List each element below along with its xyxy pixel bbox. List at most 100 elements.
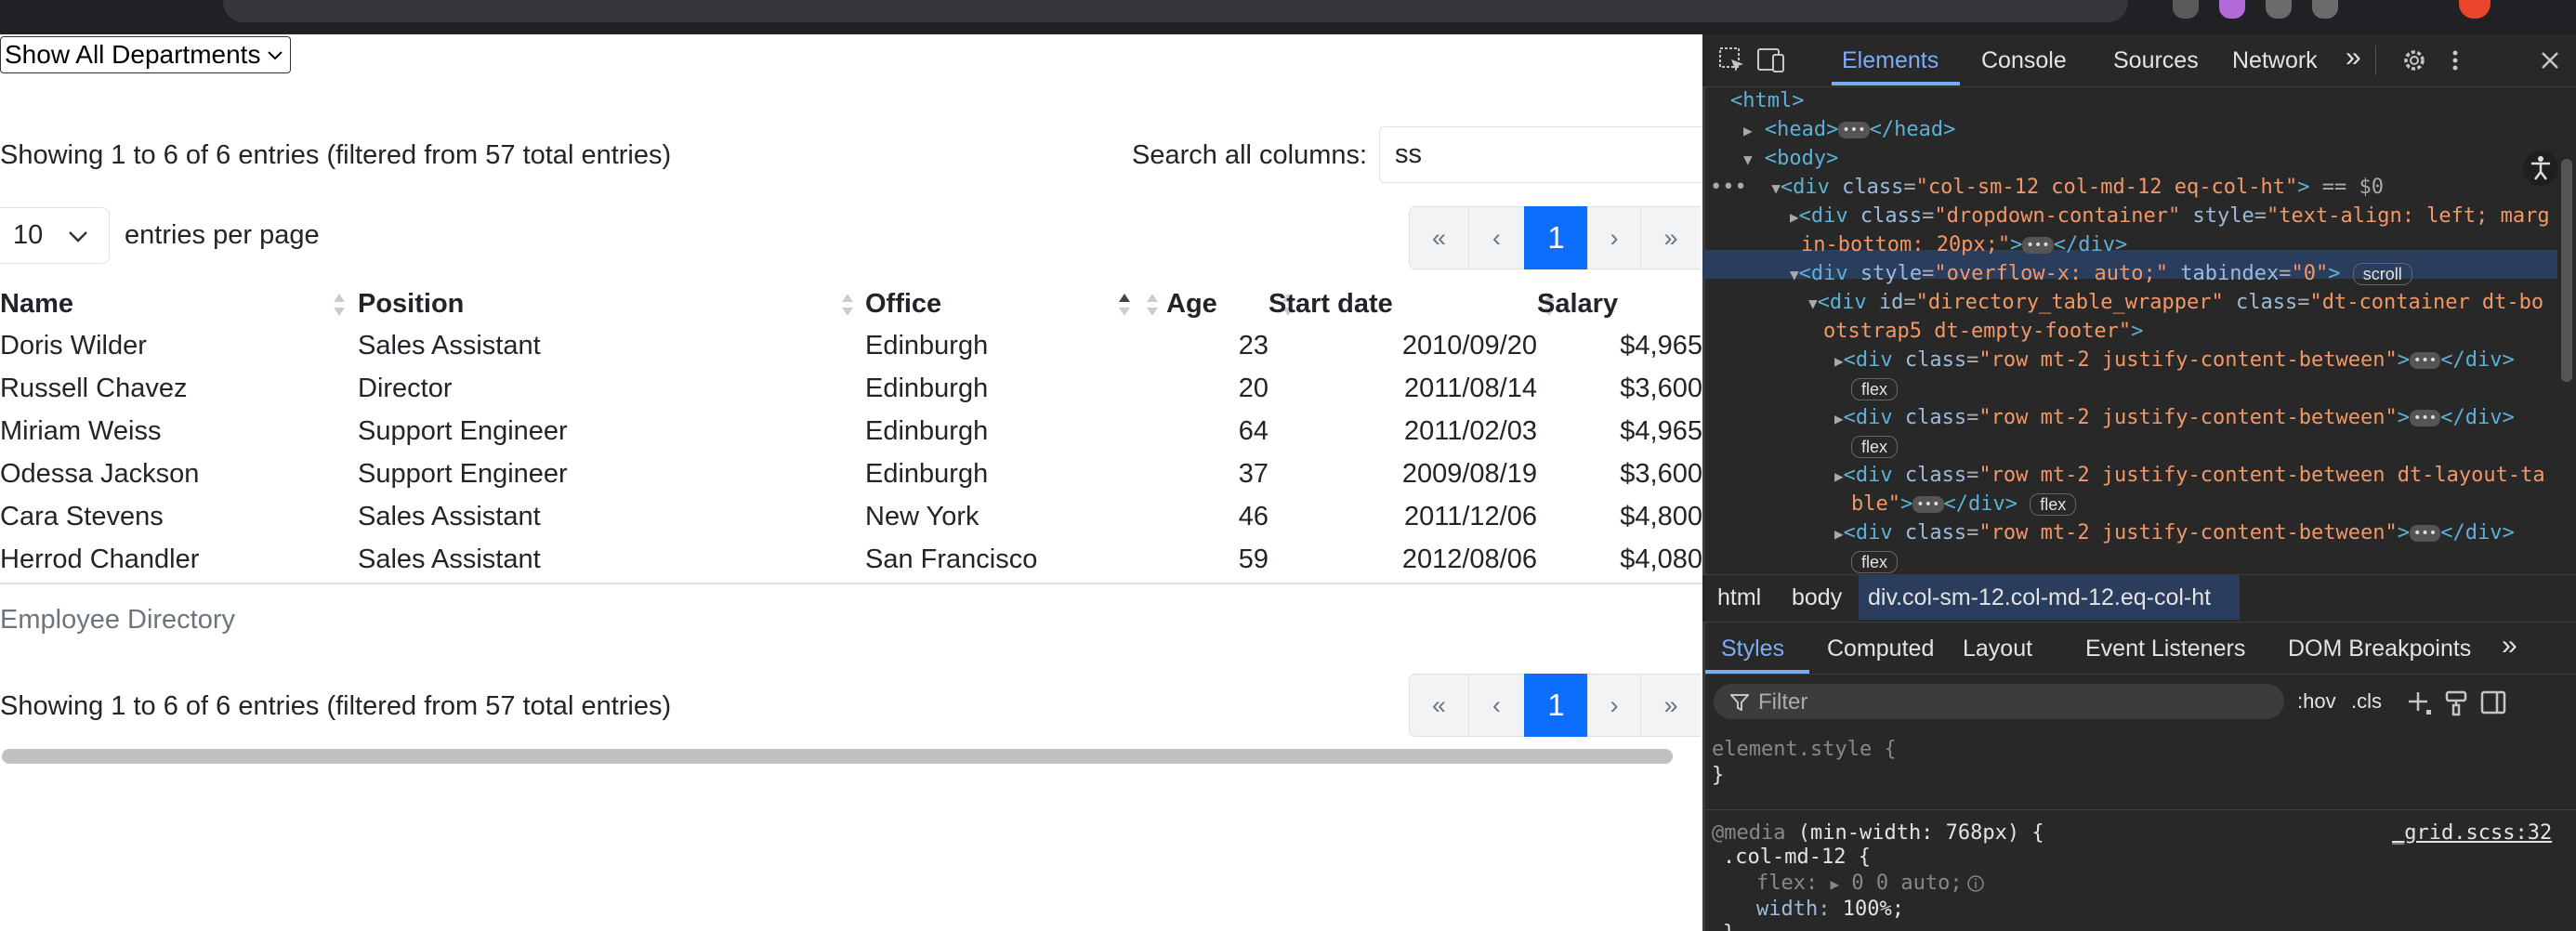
collapse-triangle-icon[interactable]: ▼ bbox=[1743, 151, 1753, 168]
tab-computed[interactable]: Computed bbox=[1827, 636, 1934, 662]
extension-icon[interactable] bbox=[2219, 0, 2245, 19]
add-rule-icon[interactable] bbox=[2405, 688, 2433, 716]
tab-dom-breakpoints[interactable]: DOM Breakpoints bbox=[2288, 636, 2471, 662]
tab-sources[interactable]: Sources bbox=[2113, 47, 2199, 74]
hov-toggle[interactable]: :hov bbox=[2297, 689, 2336, 714]
search-input[interactable]: ss bbox=[1379, 126, 1702, 183]
node-actions-icon[interactable]: ••• bbox=[1710, 176, 1747, 199]
page-1-button[interactable]: 1 bbox=[1524, 674, 1588, 737]
inspect-element-icon[interactable] bbox=[1715, 44, 1749, 77]
dom-node-row[interactable]: ▶<div class="row mt-2 justify-content-be… bbox=[1834, 403, 2515, 432]
dom-node-overflow-div[interactable]: ▼<div style="overflow-x: auto;" tabindex… bbox=[1790, 259, 2412, 288]
extension-icon[interactable] bbox=[2312, 0, 2338, 19]
collapse-triangle-icon[interactable]: ▼ bbox=[1808, 295, 1818, 312]
first-page-button[interactable]: « bbox=[1409, 674, 1469, 737]
first-page-button[interactable]: « bbox=[1409, 206, 1469, 269]
expand-triangle-icon[interactable]: ▶ bbox=[1834, 467, 1844, 485]
breadcrumb-selected-div[interactable]: div.col-sm-12.col-md-12.eq-col-ht bbox=[1868, 584, 2211, 611]
column-header-age[interactable]: Age bbox=[1166, 284, 1294, 324]
profile-avatar[interactable] bbox=[2459, 0, 2491, 19]
dom-node-row[interactable]: ▶<div class="row mt-2 justify-content-be… bbox=[1834, 518, 2515, 547]
css-property-flex[interactable]: flex: ▶ 0 0 auto; bbox=[1756, 871, 1985, 897]
tab-console[interactable]: Console bbox=[1981, 47, 2067, 74]
breadcrumb-html[interactable]: html bbox=[1717, 584, 1761, 611]
previous-page-button[interactable]: ‹ bbox=[1467, 206, 1526, 269]
next-page-button[interactable]: › bbox=[1586, 674, 1642, 737]
expand-triangle-icon[interactable]: ▶ bbox=[1834, 410, 1844, 427]
dom-node-selected-div[interactable]: ••• ▼<div class="col-sm-12 col-md-12 eq-… bbox=[1710, 173, 2384, 202]
tab-elements[interactable]: Elements bbox=[1842, 47, 1939, 74]
paint-roller-icon[interactable] bbox=[2442, 688, 2470, 716]
style-source-link[interactable]: _grid.scss:32 bbox=[2392, 820, 2552, 846]
css-property-width[interactable]: width: 100%; bbox=[1756, 897, 1904, 923]
expand-triangle-icon[interactable]: ▶ bbox=[1830, 875, 1839, 893]
table-row[interactable]: Russell Chavez Director Edinburgh 20 2011/08… bbox=[0, 367, 1702, 410]
flex-badge[interactable]: flex bbox=[1851, 378, 1899, 400]
more-options-icon[interactable] bbox=[2438, 44, 2472, 77]
expand-triangle-icon[interactable]: ▶ bbox=[1834, 352, 1844, 370]
tab-layout[interactable]: Layout bbox=[1963, 636, 2032, 662]
page-length-select[interactable]: 10 bbox=[0, 207, 110, 264]
rule-divider bbox=[1702, 809, 2576, 810]
ellipsis-icon[interactable]: ••• bbox=[2022, 237, 2054, 254]
dom-node-row[interactable]: ▶<div class="row mt-2 justify-content-be… bbox=[1834, 346, 2515, 374]
toggle-sidebar-icon[interactable] bbox=[2479, 688, 2507, 716]
dom-tree-scrollbar[interactable] bbox=[2561, 159, 2572, 382]
dom-node-table-wrapper[interactable]: ▼<div id="directory_table_wrapper" class… bbox=[1808, 288, 2543, 317]
close-icon[interactable] bbox=[2533, 44, 2567, 77]
device-toolbar-icon[interactable] bbox=[1755, 44, 1788, 77]
collapse-triangle-icon[interactable]: ▼ bbox=[1790, 266, 1799, 283]
tab-event-listeners[interactable]: Event Listeners bbox=[2085, 636, 2245, 662]
ellipsis-icon[interactable]: ••• bbox=[2409, 525, 2441, 542]
ellipsis-icon[interactable]: ••• bbox=[2409, 410, 2441, 426]
dom-node-head[interactable]: ▶ <head> ••• </head> bbox=[1743, 115, 1955, 144]
breadcrumb-body[interactable]: body bbox=[1792, 584, 1842, 611]
css-selector[interactable]: .col-md-12 { bbox=[1723, 845, 1871, 871]
last-page-button[interactable]: » bbox=[1640, 206, 1701, 269]
tab-network[interactable]: Network bbox=[2232, 47, 2318, 74]
extension-icon[interactable] bbox=[2173, 0, 2199, 19]
table-row[interactable]: Doris Wilder Sales Assistant Edinburgh 23 20… bbox=[0, 324, 1702, 367]
flex-badge[interactable]: flex bbox=[1851, 551, 1899, 573]
page-1-button[interactable]: 1 bbox=[1524, 206, 1588, 269]
table-row[interactable]: Miriam Weiss Support Engineer Edinburgh 64 2… bbox=[0, 410, 1702, 452]
scrollbar-thumb[interactable] bbox=[2, 749, 1673, 764]
expand-triangle-icon[interactable]: ▶ bbox=[1790, 208, 1799, 226]
flex-badge[interactable]: flex bbox=[2030, 493, 2077, 516]
table-row[interactable]: Odessa Jackson Support Engineer Edinburgh 3… bbox=[0, 452, 1702, 495]
collapse-triangle-icon[interactable]: ▼ bbox=[1771, 179, 1781, 197]
ellipsis-icon[interactable]: ••• bbox=[2409, 352, 2441, 369]
dom-node-row-layout-table-wrap: ble"> ••• </div> flex bbox=[1851, 490, 2077, 518]
dom-node-body[interactable]: ▼ <body> bbox=[1743, 144, 1838, 173]
table-row[interactable]: Cara Stevens Sales Assistant New York 46 201… bbox=[0, 495, 1702, 538]
department-select[interactable]: Show All Departments bbox=[0, 36, 292, 73]
dom-node-html[interactable]: <html> bbox=[1730, 86, 1804, 115]
info-icon[interactable] bbox=[1966, 874, 1985, 893]
dom-node-dropdown-container[interactable]: ▶<div class="dropdown-container" style="… bbox=[1790, 202, 2550, 230]
accessibility-icon[interactable] bbox=[2522, 150, 2559, 187]
element-style-rule[interactable]: element.style { bbox=[1712, 737, 1897, 763]
extension-icon[interactable] bbox=[2266, 0, 2292, 19]
expand-triangle-icon[interactable]: ▶ bbox=[1743, 122, 1753, 139]
flex-badge[interactable]: flex bbox=[1851, 436, 1899, 458]
column-header-office[interactable]: Office bbox=[865, 284, 1166, 324]
ellipsis-icon[interactable]: ••• bbox=[1838, 122, 1870, 138]
last-page-button[interactable]: » bbox=[1640, 674, 1701, 737]
dom-node-row-layout-table[interactable]: ▶<div class="row mt-2 justify-content-be… bbox=[1834, 461, 2545, 490]
table-row[interactable]: Herrod Chandler Sales Assistant San Franci… bbox=[0, 538, 1702, 581]
ellipsis-icon[interactable]: ••• bbox=[1912, 496, 1944, 513]
more-tabs-icon[interactable]: » bbox=[2346, 42, 2361, 73]
next-page-button[interactable]: › bbox=[1586, 206, 1642, 269]
tab-styles[interactable]: Styles bbox=[1721, 636, 1784, 662]
address-bar[interactable] bbox=[223, 0, 2128, 22]
scroll-badge[interactable]: scroll bbox=[2352, 263, 2412, 285]
expand-triangle-icon[interactable]: ▶ bbox=[1834, 525, 1844, 543]
column-header-salary[interactable]: Salary bbox=[1537, 284, 1702, 324]
previous-page-button[interactable]: ‹ bbox=[1467, 674, 1526, 737]
column-header-start-date[interactable]: Start date bbox=[1268, 284, 1555, 324]
more-tabs-icon[interactable]: » bbox=[2502, 630, 2517, 662]
cls-toggle[interactable]: .cls bbox=[2351, 689, 2382, 714]
settings-gear-icon[interactable] bbox=[2398, 44, 2431, 77]
column-header-position[interactable]: Position bbox=[358, 284, 865, 324]
column-header-name[interactable]: Name bbox=[0, 284, 358, 324]
